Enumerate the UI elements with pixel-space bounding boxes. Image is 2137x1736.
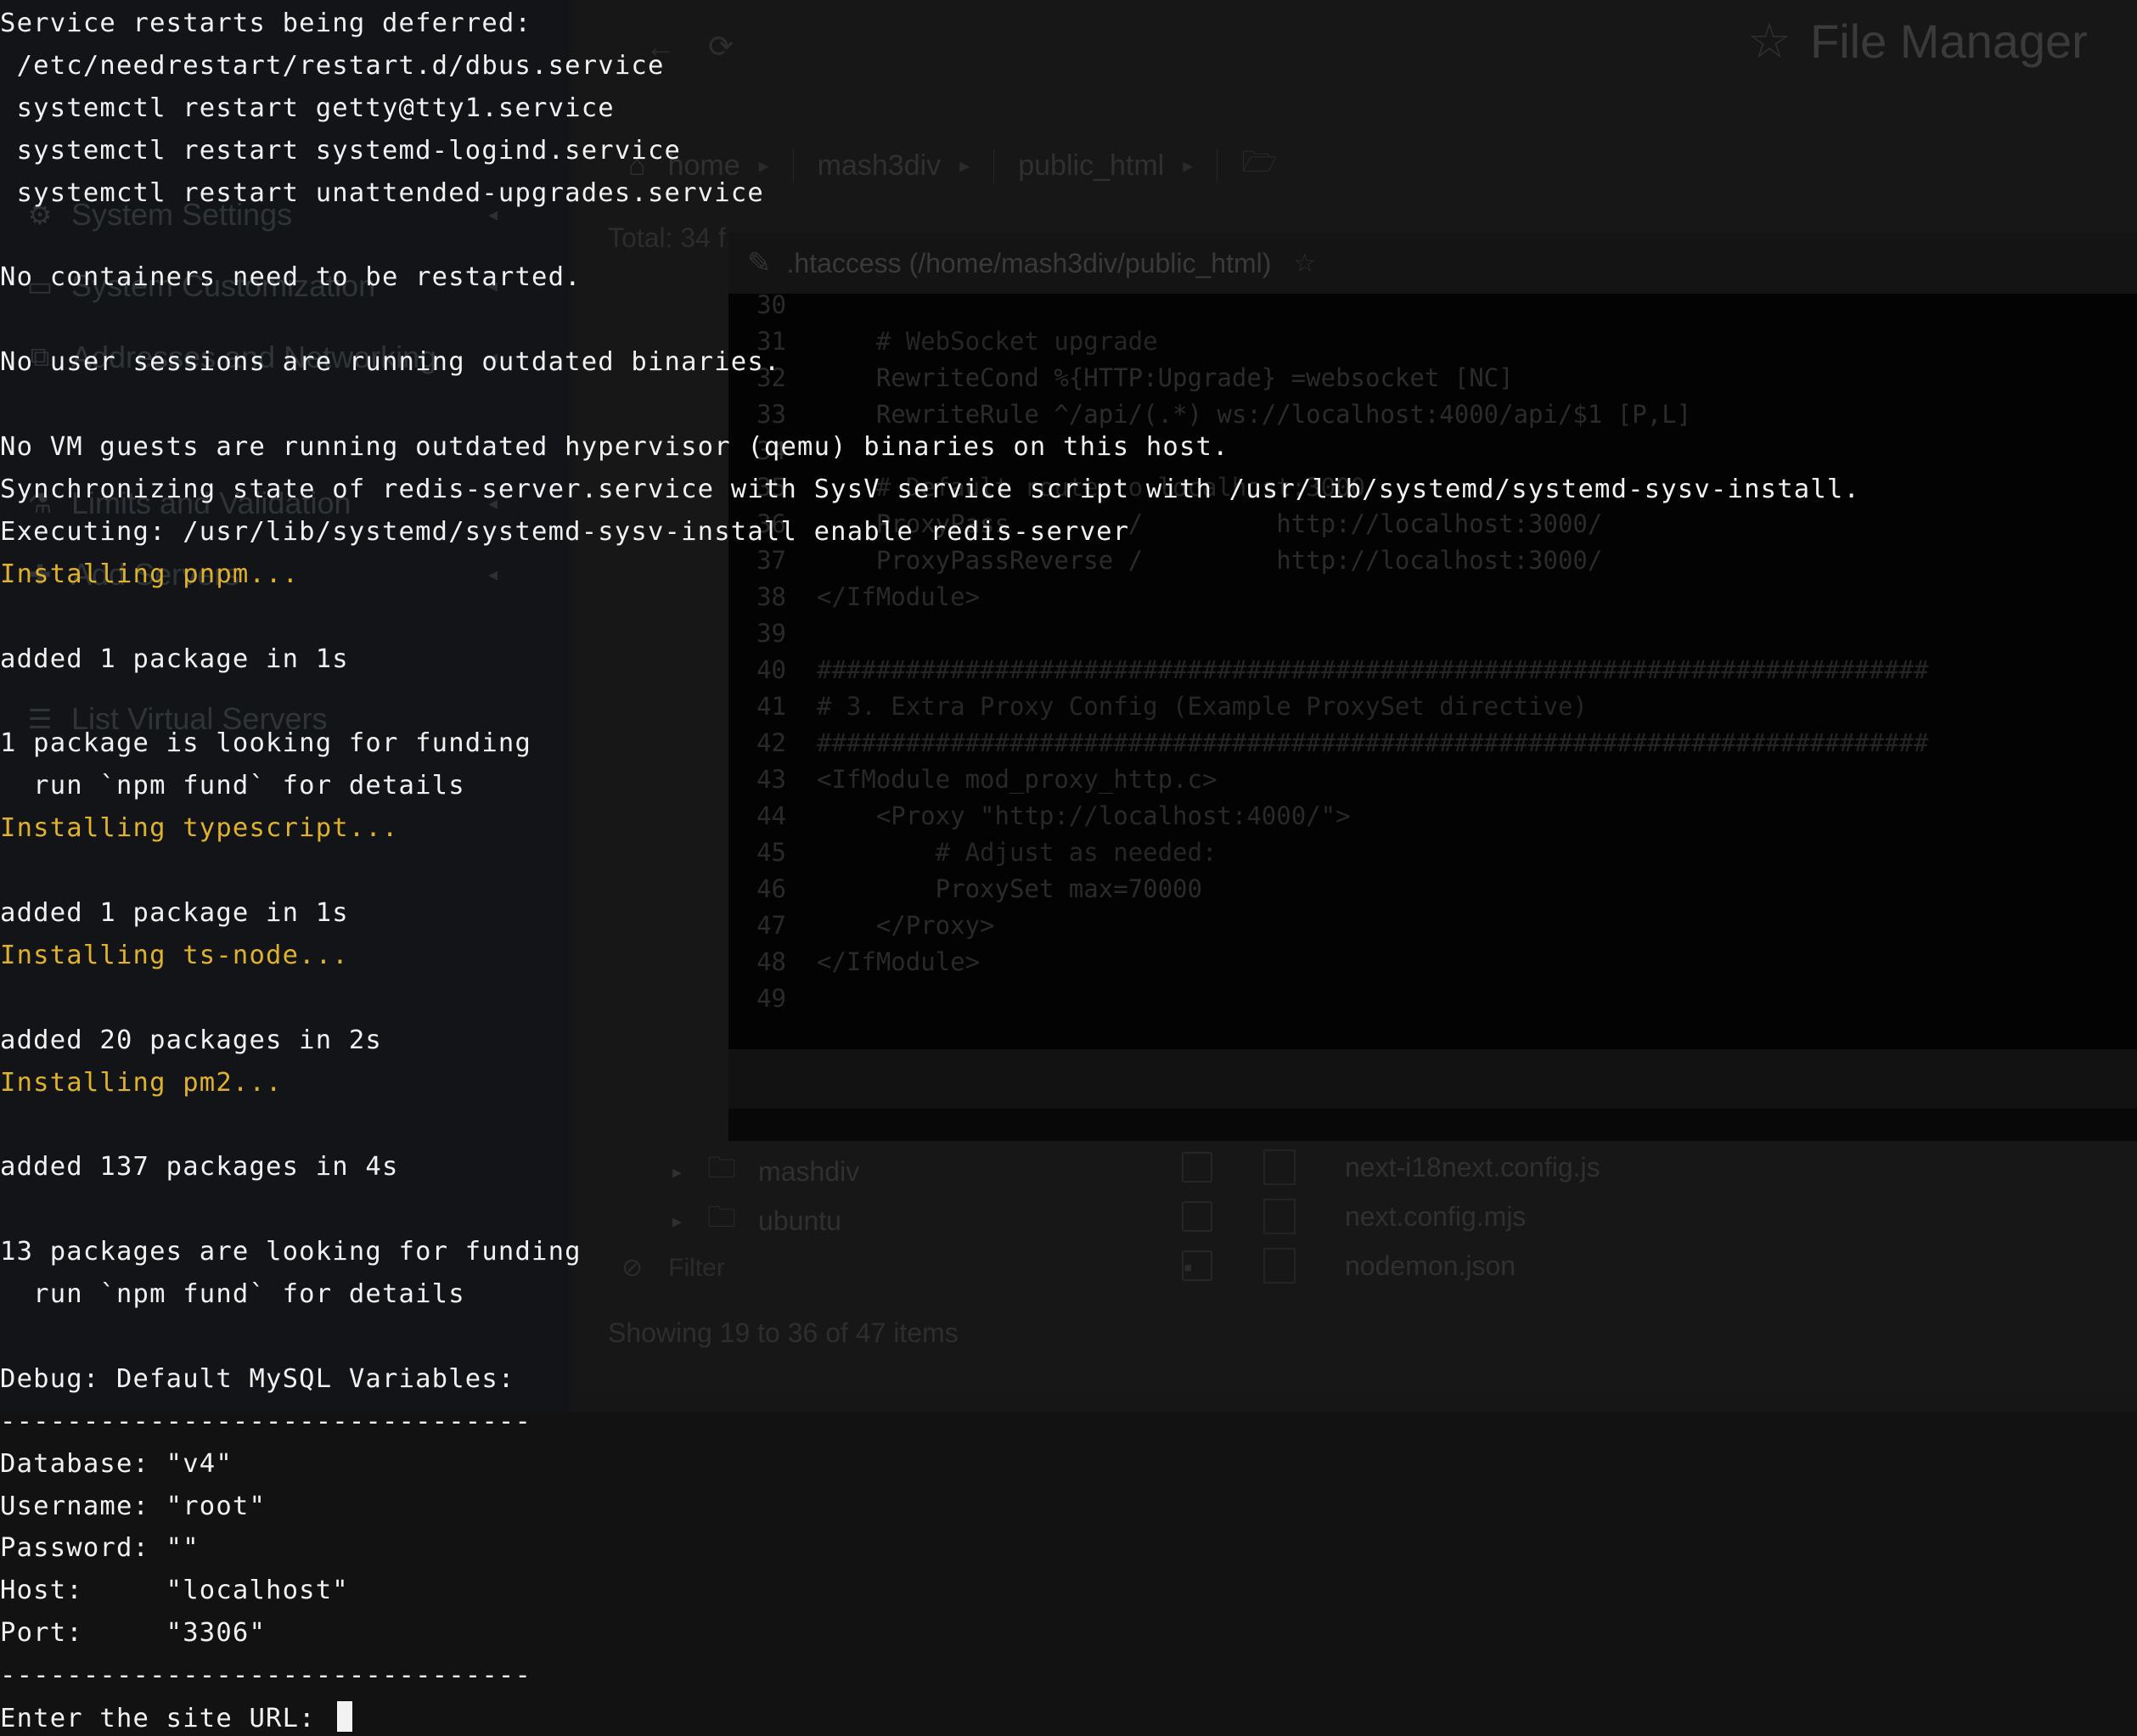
terminal-line: -------------------------------- (0, 1406, 532, 1436)
terminal-line: /etc/needrestart/restart.d/dbus.service (0, 50, 665, 81)
terminal-line: Installing ts-node... (0, 940, 349, 970)
terminal-line: Username: "root" (0, 1491, 267, 1521)
terminal-line: run `npm fund` for details (0, 1279, 465, 1309)
terminal-line: Installing pnpm... (0, 559, 300, 589)
terminal-line: Installing pm2... (0, 1067, 283, 1098)
text-cursor[interactable] (337, 1701, 353, 1732)
terminal-line: systemctl restart unattended-upgrades.se… (0, 177, 764, 208)
terminal-prompt[interactable]: Enter the site URL: (0, 1701, 353, 1735)
terminal-line: systemctl restart systemd-logind.service (0, 135, 682, 166)
terminal-line: run `npm fund` for details (0, 771, 465, 801)
terminal-line: added 137 packages in 4s (0, 1152, 399, 1183)
terminal-line: Host: "localhost" (0, 1576, 349, 1606)
terminal-line: No containers need to be restarted. (0, 262, 582, 293)
terminal-line: added 1 package in 1s (0, 897, 349, 928)
terminal-line: Executing: /usr/lib/systemd/systemd-sysv… (0, 516, 1130, 547)
terminal-line: systemctl restart getty@tty1.service (0, 93, 615, 123)
terminal-line: added 20 packages in 2s (0, 1025, 382, 1055)
terminal-line: Service restarts being deferred: (0, 8, 532, 38)
terminal-line: Debug: Default MySQL Variables: (0, 1363, 515, 1394)
terminal-line: Password: "" (0, 1533, 200, 1564)
terminal-line: -------------------------------- (0, 1660, 532, 1691)
terminal-line: Synchronizing state of redis-server.serv… (0, 474, 1861, 504)
terminal-line: 13 packages are looking for funding (0, 1237, 582, 1267)
prompt-label: Enter the site URL: (0, 1704, 333, 1733)
terminal-line: Installing typescript... (0, 813, 399, 844)
terminal-line: Port: "3306" (0, 1618, 267, 1649)
terminal-line: 1 package is looking for funding (0, 728, 532, 759)
terminal-line: added 1 package in 1s (0, 643, 349, 674)
terminal-output[interactable]: Service restarts being deferred: /etc/ne… (0, 0, 2137, 1733)
terminal-line: Database: "v4" (0, 1448, 233, 1479)
terminal-line: No VM guests are running outdated hyperv… (0, 432, 1229, 462)
terminal-line: No user sessions are running outdated bi… (0, 347, 781, 378)
